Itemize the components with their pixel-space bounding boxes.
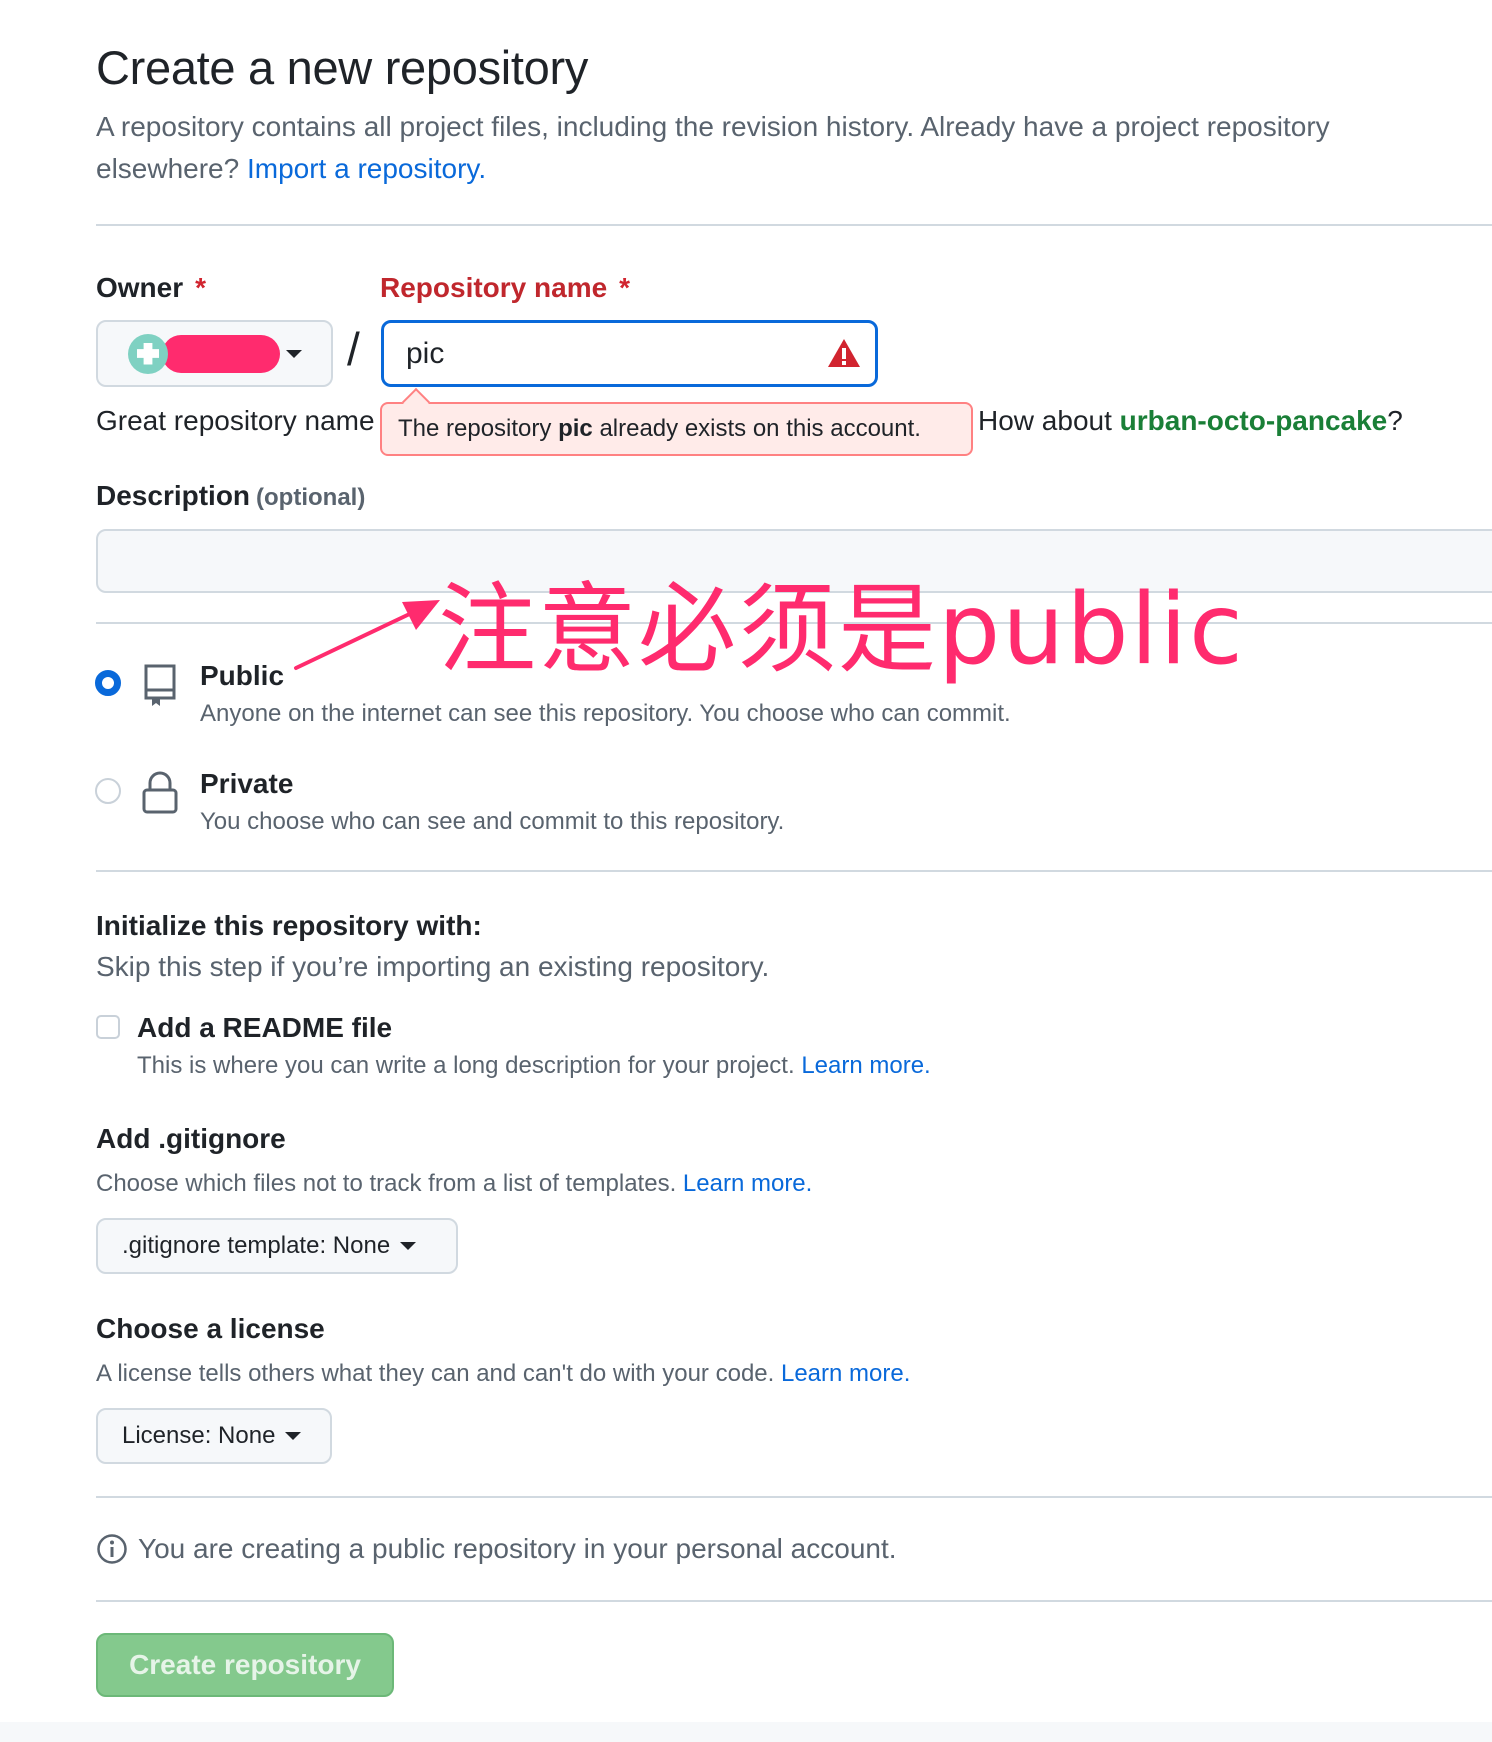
owner-select[interactable] bbox=[96, 320, 333, 387]
repo-name-hint: Great repository name bbox=[96, 405, 375, 436]
error-prefix: The repository bbox=[398, 415, 552, 442]
page-subtitle: A repository contains all project files,… bbox=[96, 106, 1436, 190]
readme-desc: This is where you can write a long descr… bbox=[137, 1052, 931, 1080]
license-title: Choose a license bbox=[96, 1313, 325, 1344]
license-desc: A license tells others what they can and… bbox=[96, 1360, 910, 1388]
required-mark: * bbox=[195, 272, 207, 303]
repo-name-suggestion: How about urban-octo-pancake? bbox=[978, 405, 1403, 437]
license-learn-more-link[interactable]: Learn more. bbox=[781, 1360, 910, 1387]
suggest-suffix: ? bbox=[1387, 405, 1403, 436]
error-suffix: already exists on this account. bbox=[599, 415, 921, 442]
public-desc: Anyone on the internet can see this repo… bbox=[200, 700, 1011, 727]
init-subtitle: Skip this step if you’re importing an ex… bbox=[96, 951, 770, 982]
divider bbox=[96, 870, 1492, 872]
readme-learn-more-link[interactable]: Learn more. bbox=[801, 1052, 930, 1079]
annotation-arrow-icon bbox=[294, 600, 440, 670]
license-desc-text: A license tells others what they can and… bbox=[96, 1360, 775, 1387]
private-desc: You choose who can see and commit to thi… bbox=[200, 808, 785, 835]
import-repository-link[interactable]: Import a repository. bbox=[247, 153, 486, 184]
lock-icon bbox=[142, 771, 178, 814]
owner-label: Owner * bbox=[96, 272, 206, 304]
repo-icon bbox=[144, 664, 176, 706]
chevron-down-icon bbox=[400, 1242, 417, 1250]
alert-triangle-icon bbox=[828, 339, 860, 367]
required-mark: * bbox=[619, 272, 631, 303]
avatar-icon bbox=[128, 333, 168, 374]
suggest-prefix: How about bbox=[978, 405, 1112, 436]
gitignore-desc: Choose which files not to track from a l… bbox=[96, 1170, 812, 1198]
readme-checkbox[interactable] bbox=[96, 1015, 120, 1039]
create-repo-page: Create a new repository A repository con… bbox=[0, 0, 1492, 1742]
license-select-label: License: None bbox=[122, 1422, 276, 1449]
public-radio[interactable] bbox=[95, 670, 121, 696]
chevron-down-icon bbox=[286, 349, 302, 358]
info-icon bbox=[97, 1534, 127, 1564]
owner-label-text: Owner bbox=[96, 272, 184, 303]
repo-name-label-text: Repository name bbox=[380, 272, 608, 303]
divider bbox=[96, 1496, 1492, 1498]
visibility-info: You are creating a public repository in … bbox=[96, 1533, 897, 1565]
gitignore-select-label: .gitignore template: None bbox=[122, 1232, 391, 1259]
annotation-text: 注意必须是public bbox=[438, 573, 1245, 687]
divider bbox=[96, 224, 1492, 226]
description-label: Description (optional) bbox=[96, 480, 365, 512]
public-title: Public bbox=[200, 660, 285, 691]
init-title: Initialize this repository with: bbox=[96, 910, 482, 941]
chevron-down-icon bbox=[285, 1432, 302, 1440]
suggested-name-link[interactable]: urban-octo-pancake bbox=[1120, 405, 1388, 436]
owner-repo-separator: / bbox=[347, 323, 360, 375]
divider bbox=[96, 1600, 1492, 1602]
owner-name-redacted bbox=[162, 334, 280, 373]
repo-name-label: Repository name * bbox=[380, 272, 630, 304]
page-footer-band bbox=[0, 1722, 1492, 1742]
repo-name-value: pic bbox=[406, 336, 445, 370]
description-label-text: Description bbox=[96, 480, 251, 511]
optional-tag: (optional) bbox=[256, 484, 366, 511]
error-repo-name: pic bbox=[558, 415, 593, 442]
gitignore-title: Add .gitignore bbox=[96, 1123, 286, 1154]
private-radio[interactable] bbox=[95, 778, 121, 804]
license-select[interactable]: License: None bbox=[96, 1408, 332, 1464]
create-repository-button[interactable]: Create repository bbox=[96, 1633, 394, 1697]
readme-desc-text: This is where you can write a long descr… bbox=[137, 1052, 795, 1079]
gitignore-desc-text: Choose which files not to track from a l… bbox=[96, 1170, 677, 1197]
readme-label: Add a README file bbox=[137, 1012, 393, 1043]
page-title: Create a new repository bbox=[96, 41, 589, 94]
repo-name-error-tooltip: The repository pic already exists on thi… bbox=[380, 402, 973, 456]
private-title: Private bbox=[200, 768, 294, 799]
repo-name-input[interactable]: pic bbox=[381, 320, 878, 387]
gitignore-learn-more-link[interactable]: Learn more. bbox=[683, 1170, 812, 1197]
info-text: You are creating a public repository in … bbox=[138, 1533, 897, 1564]
gitignore-template-select[interactable]: .gitignore template: None bbox=[96, 1218, 458, 1274]
